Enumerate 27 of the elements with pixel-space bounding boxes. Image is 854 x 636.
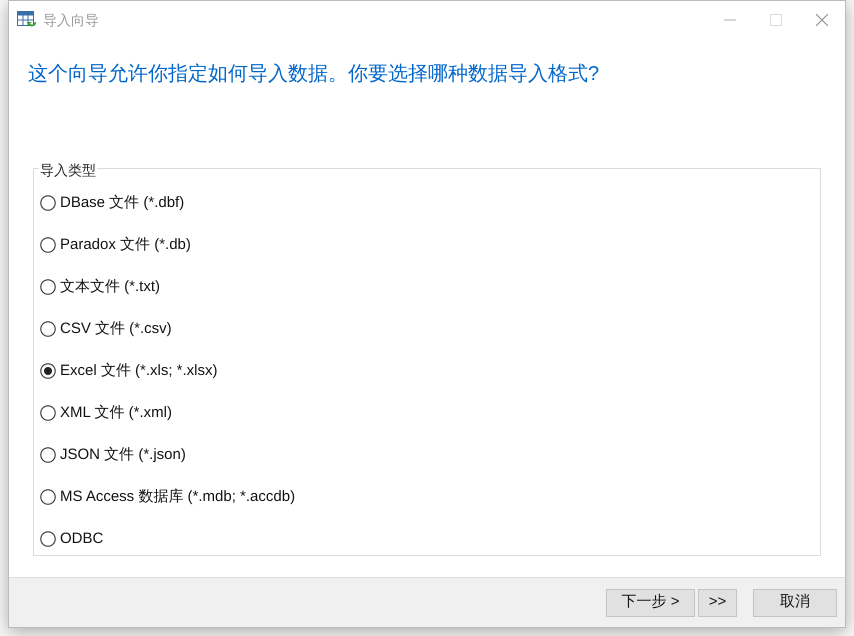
window-title: 导入向导 [43,10,99,30]
radio-option[interactable]: Excel 文件 (*.xls; *.xlsx) [40,350,296,392]
radio-button[interactable] [40,489,56,505]
close-icon [816,14,828,26]
maximize-icon [770,14,782,26]
radio-button[interactable] [40,531,56,547]
radio-option[interactable]: XML 文件 (*.xml) [40,392,296,434]
radio-button[interactable] [40,321,56,337]
radio-button[interactable] [40,279,56,295]
radio-option[interactable]: MS Access 数据库 (*.mdb; *.accdb) [40,476,296,518]
radio-button[interactable] [40,405,56,421]
wizard-heading: 这个向导允许你指定如何导入数据。你要选择哪种数据导入格式? [28,62,600,87]
radio-button[interactable] [40,237,56,253]
radio-option[interactable]: ODBC [40,518,296,560]
dialog-button[interactable]: 下一步 > [606,588,695,616]
dialog-button[interactable]: 取消 [753,588,837,616]
radio-option[interactable]: DBase 文件 (*.dbf) [40,182,296,224]
table-import-icon [17,11,37,29]
dialog-button[interactable]: >> [698,588,737,616]
radio-option[interactable]: 文本文件 (*.txt) [40,266,296,308]
radio-option[interactable]: JSON 文件 (*.json) [40,434,296,476]
radio-button[interactable] [40,447,56,463]
radio-button[interactable] [40,363,56,379]
radio-button[interactable] [40,195,56,211]
radio-option[interactable]: CSV 文件 (*.csv) [40,308,296,350]
minimize-icon [724,19,736,21]
radio-option[interactable]: Paradox 文件 (*.db) [40,224,296,266]
